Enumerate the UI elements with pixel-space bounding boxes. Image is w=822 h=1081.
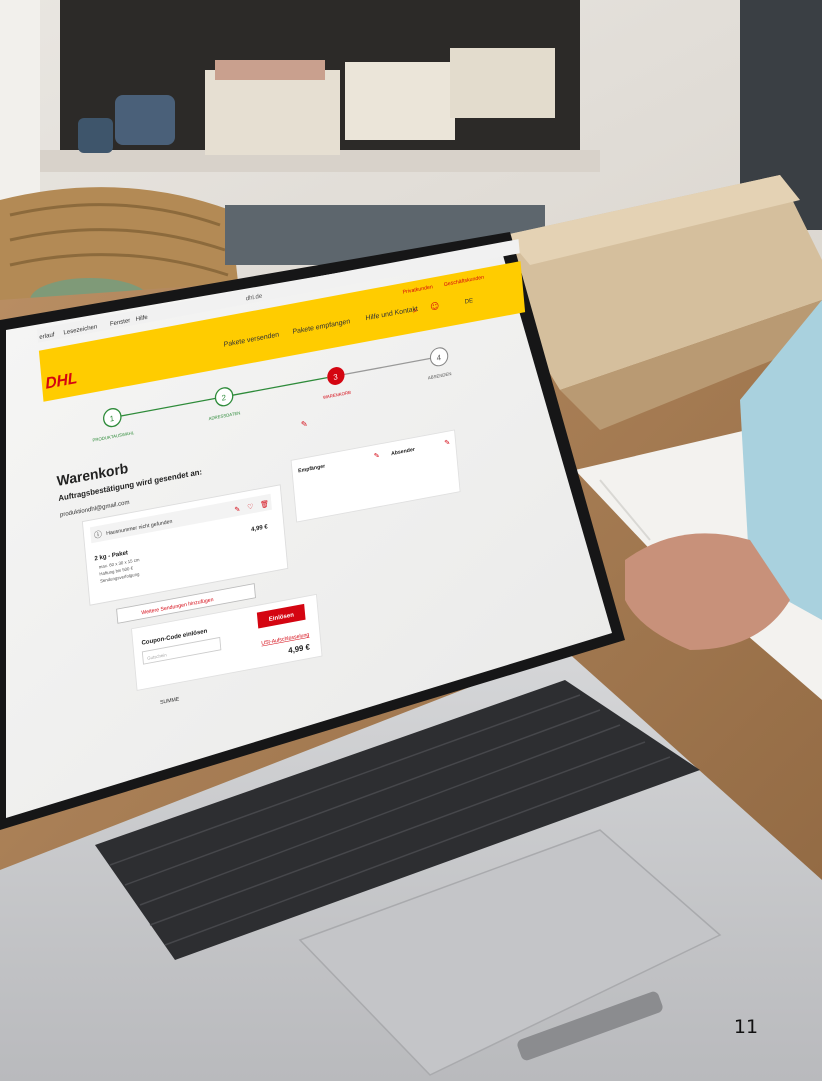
search-icon[interactable]: ⌕	[413, 305, 419, 316]
heart-icon[interactable]: ♡	[247, 502, 254, 512]
step-number: 2	[221, 393, 226, 403]
sum-label: SUMME	[160, 696, 180, 706]
page-number: 11	[733, 1016, 759, 1038]
user-icon[interactable]: ☺	[430, 301, 440, 313]
edit-icon[interactable]: ✎	[234, 504, 241, 514]
step-label: ABSENDEN	[428, 371, 452, 380]
screen-content: erlauf Lesezeichen Fenster Hilfe dhl.de …	[36, 239, 526, 706]
delete-icon[interactable]: 🗑	[260, 499, 270, 510]
edit-icon[interactable]: ✎	[444, 437, 451, 447]
step-label: ADRESSDATEN	[208, 410, 240, 421]
info-icon: ⓘ	[94, 530, 103, 540]
edit-icon[interactable]: ✎	[373, 450, 380, 460]
step-label: PRODUKTAUSWAHL	[92, 430, 135, 443]
edit-icon[interactable]: ✎	[301, 419, 308, 429]
address-card	[290, 429, 461, 523]
step-label: WARENKORB	[323, 390, 351, 400]
